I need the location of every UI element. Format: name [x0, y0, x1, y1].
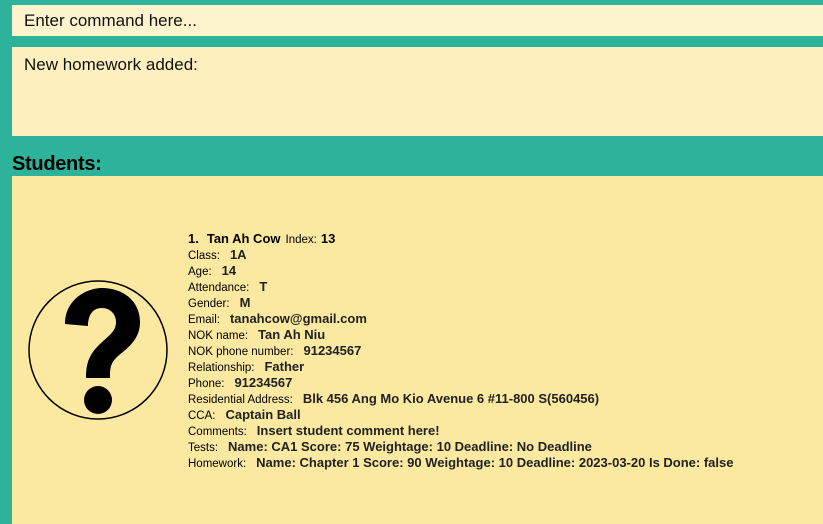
field-label: Phone: [188, 378, 225, 390]
field-homework: Homework: Name: Chapter 1 Score: 90 Weigh… [188, 455, 733, 471]
student-details: 1. Tan Ah Cow Index: 13 Class: 1A Age: 14 Att… [188, 231, 733, 471]
field-value: Tan Ah Niu [258, 327, 326, 342]
field-nok-name: NOK name: Tan Ah Niu [188, 327, 733, 343]
field-comments: Comments: Insert student comment here! [188, 423, 733, 439]
field-value: Blk 456 Ang Mo Kio Avenue 6 #11-800 S(56… [302, 391, 600, 406]
field-age: Age: 14 [188, 263, 733, 279]
field-value: 14 [221, 263, 237, 278]
field-label: Class: [188, 250, 220, 262]
field-value: Name: CA1 Score: 75 Weightage: 10 Deadli… [228, 439, 592, 454]
field-value: tanahcow@gmail.com [229, 311, 367, 326]
field-value: T [259, 279, 268, 294]
field-class: Class: 1A [188, 247, 733, 263]
result-text: New homework added: [24, 55, 198, 74]
field-label: NOK name: [188, 330, 249, 342]
student-number: 1. [188, 231, 199, 246]
field-value: 1A [229, 247, 247, 262]
question-mark-icon [28, 280, 168, 420]
field-label: Relationship: [188, 362, 255, 374]
field-phone: Phone: 91234567 [188, 375, 733, 391]
field-relationship: Relationship: Father [188, 359, 733, 375]
field-label: Comments: [188, 426, 247, 438]
field-label: Residential Address: [188, 394, 293, 406]
field-value: M [239, 295, 251, 310]
field-value: Father [264, 359, 305, 374]
student-name-row: 1. Tan Ah Cow Index: 13 [188, 231, 733, 247]
field-address: Residential Address: Blk 456 Ang Mo Kio A… [188, 391, 733, 407]
field-label: NOK phone number: [188, 346, 294, 358]
field-email: Email: tanahcow@gmail.com [188, 311, 733, 327]
field-tests: Tests: Name: CA1 Score: 75 Weightage: 10 … [188, 439, 733, 455]
field-cca: CCA: Captain Ball [188, 407, 733, 423]
field-label: Email: [188, 314, 220, 326]
field-attendance: Attendance: T [188, 279, 733, 295]
field-label: CCA: [188, 410, 216, 422]
result-display: New homework added: [12, 47, 823, 136]
student-list-panel[interactable]: 1. Tan Ah Cow Index: 13 Class: 1A Age: 14 Att… [12, 176, 823, 524]
field-value: Name: Chapter 1 Score: 90 Weightage: 10 … [256, 455, 734, 470]
field-value: 91234567 [303, 343, 362, 358]
student-name: Tan Ah Cow [206, 231, 281, 246]
field-value: Captain Ball [225, 407, 301, 422]
field-value: Insert student comment here! [256, 423, 440, 438]
field-label: Attendance: [188, 282, 250, 294]
index-value: 13 [320, 231, 336, 246]
index-label: Index: [285, 234, 317, 246]
field-label: Homework: [188, 458, 247, 470]
students-header: Students: [12, 153, 102, 175]
field-gender: Gender: M [188, 295, 733, 311]
field-label: Tests: [188, 442, 219, 454]
field-nok-phone: NOK phone number: 91234567 [188, 343, 733, 359]
field-value: 91234567 [234, 375, 293, 390]
command-input[interactable] [12, 5, 823, 36]
field-label: Gender: [188, 298, 230, 310]
field-label: Age: [188, 266, 212, 278]
